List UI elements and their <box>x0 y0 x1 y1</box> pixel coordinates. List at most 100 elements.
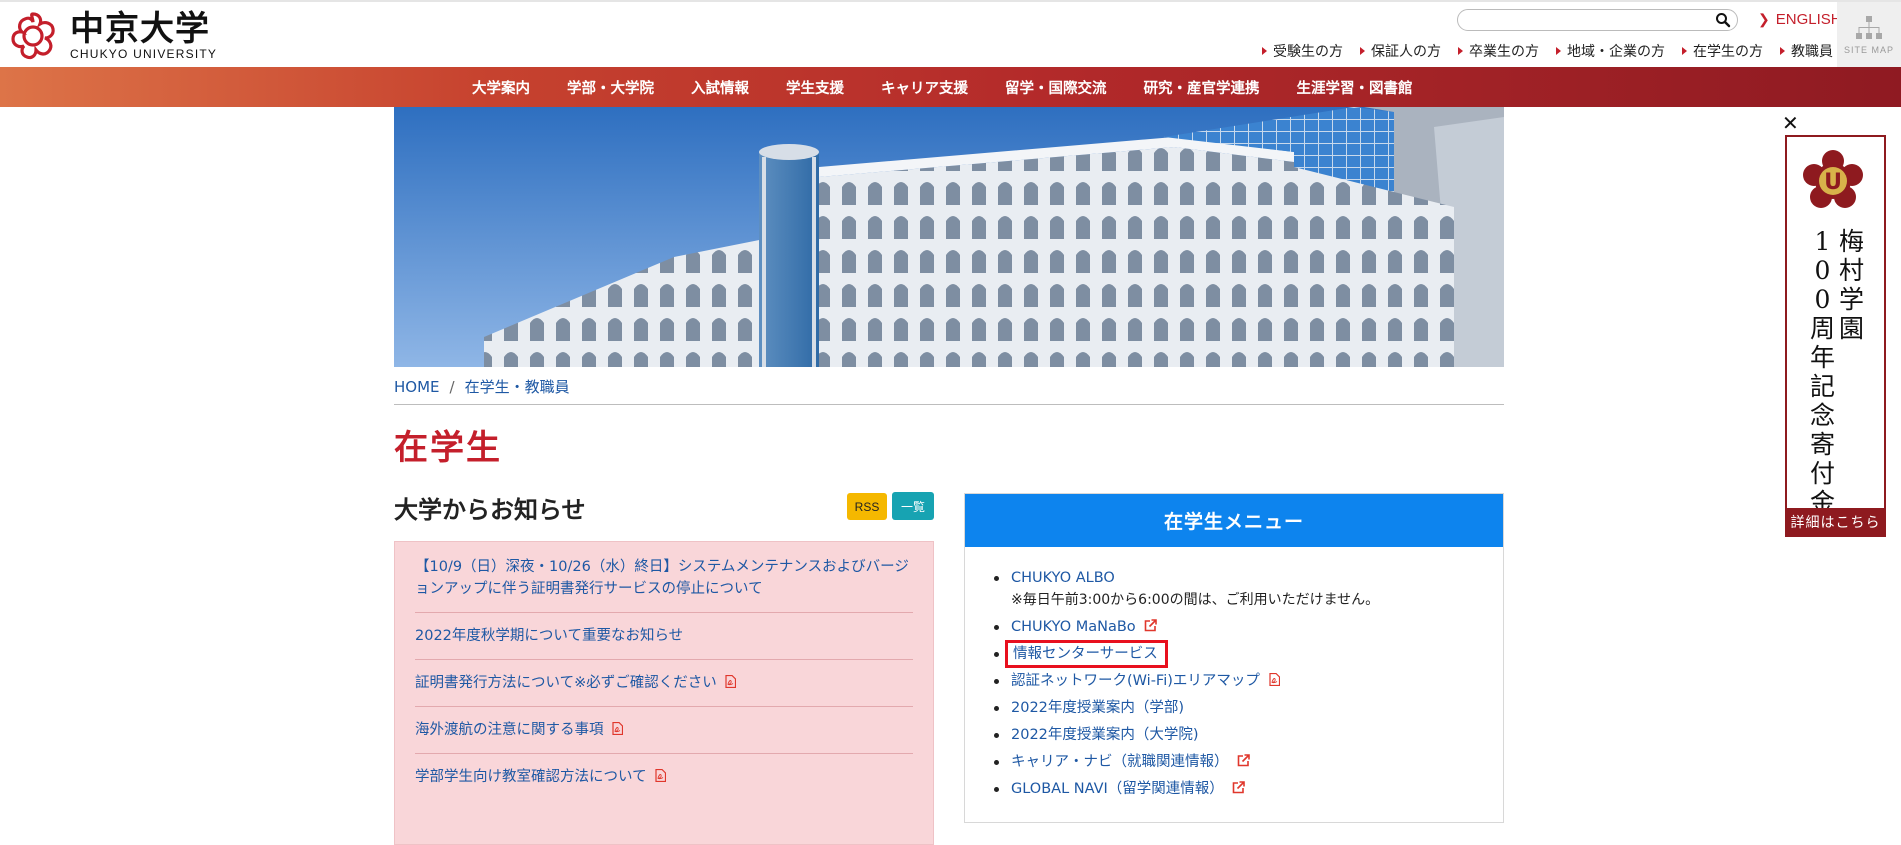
student-menu: 在学生メニュー CHUKYO ALBO ※毎日午前3:00から6:00の間は、ご… <box>964 493 1504 823</box>
triangle-right-icon <box>1556 47 1561 55</box>
page-title: 在学生 <box>394 428 502 468</box>
menu-link-albo[interactable]: CHUKYO ALBO <box>1011 570 1115 586</box>
menu-item-career-navi: キャリア・ナビ（就職関連情報） <box>994 751 1503 773</box>
banner-glyph: 1 <box>1814 227 1831 256</box>
triangle-right-icon <box>1780 47 1785 55</box>
nav-item-faculties[interactable]: 学部・大学院 <box>567 77 654 98</box>
campus-building-image <box>394 107 1504 367</box>
audience-link-staff[interactable]: 教職員 <box>1780 41 1833 61</box>
menu-link-course-guide-grad[interactable]: 2022年度授業案内（大学院) <box>1011 727 1199 743</box>
university-logo[interactable]: 中京大学 CHUKYO UNIVERSITY <box>6 8 217 64</box>
news-item-text: 海外渡航の注意に関する事項 <box>415 722 604 738</box>
menu-item-albo: CHUKYO ALBO ※毎日午前3:00から6:00の間は、ご利用いただけませ… <box>994 567 1503 611</box>
menu-link-course-guide-undergrad[interactable]: 2022年度授業案内（学部) <box>1011 700 1184 716</box>
external-link-icon <box>1233 781 1246 794</box>
breadcrumb-separator: / <box>449 377 455 396</box>
search-icon[interactable] <box>1715 12 1731 28</box>
pdf-icon <box>612 722 624 735</box>
news-item-text: 学部学生向け教室確認方法について <box>415 769 647 785</box>
banner-glyph: 園 <box>1839 314 1865 343</box>
breadcrumb-divider <box>394 404 1504 405</box>
banner-text: 梅村学園 100周年記念寄付金 <box>1805 227 1869 517</box>
menu-item-manabo: CHUKYO MaNaBo <box>994 616 1503 638</box>
news-item[interactable]: 2022年度秋学期について重要なお知らせ <box>415 613 913 660</box>
sitemap-label: SITE MAP <box>1843 45 1894 55</box>
hero-image <box>394 107 1504 367</box>
menu-link-global-navi[interactable]: GLOBAL NAVI（留学関連情報） <box>1011 781 1224 797</box>
news-item[interactable]: 海外渡航の注意に関する事項 <box>415 707 913 754</box>
menu-item-course-guide-undergrad: 2022年度授業案内（学部) <box>994 697 1503 719</box>
sitemap-button[interactable]: SITE MAP <box>1837 2 1901 67</box>
triangle-right-icon <box>1458 47 1463 55</box>
news-item-text: 証明書発行方法について※必ずご確認ください <box>415 675 717 691</box>
menu-link-wifi-map[interactable]: 認証ネットワーク(Wi-Fi)エリアマップ <box>1011 673 1260 689</box>
sitemap-icon <box>1856 16 1882 39</box>
umemura-plum-logo-icon: U <box>1803 150 1863 208</box>
student-menu-heading: 在学生メニュー <box>965 494 1503 547</box>
english-label: ENGLISH <box>1775 11 1842 28</box>
banner-glyph: 学 <box>1839 285 1865 314</box>
nav-item-international[interactable]: 留学・国際交流 <box>1005 77 1107 98</box>
menu-link-career-navi[interactable]: キャリア・ナビ（就職関連情報） <box>1011 754 1229 770</box>
audience-link-community[interactable]: 地域・企業の方 <box>1556 41 1665 61</box>
menu-item-course-guide-grad: 2022年度授業案内（大学院) <box>994 724 1503 746</box>
close-icon[interactable]: ✕ <box>1782 113 1799 133</box>
logo-japanese-name: 中京大学 <box>70 9 210 49</box>
external-link-icon <box>1237 754 1250 767</box>
news-item[interactable]: 証明書発行方法について※必ずご確認ください <box>415 660 913 707</box>
banner-text-column-1: 梅村学園 <box>1839 227 1864 517</box>
menu-link-manabo[interactable]: CHUKYO MaNaBo <box>1011 619 1136 635</box>
menu-link-info-center[interactable]: 情報センターサービス <box>1005 640 1168 668</box>
banner-glyph: 0 <box>1814 285 1831 314</box>
breadcrumb-current[interactable]: 在学生・教職員 <box>465 376 570 397</box>
breadcrumb: HOME / 在学生・教職員 <box>394 376 570 397</box>
news-item-text: 2022年度秋学期について重要なお知らせ <box>415 628 684 644</box>
audience-link-guardians[interactable]: 保証人の方 <box>1360 41 1441 61</box>
news-heading: 大学からお知らせ <box>394 496 586 524</box>
nav-item-about[interactable]: 大学案内 <box>472 77 530 98</box>
site-header: 中京大学 CHUKYO UNIVERSITY ❯ ENGLISH SITE MA… <box>0 0 1901 67</box>
pdf-icon <box>1268 673 1280 686</box>
plum-blossom-logo-icon <box>11 12 55 60</box>
news-item[interactable]: 学部学生向け教室確認方法について <box>415 754 913 800</box>
menu-item-info-center: 情報センターサービス <box>994 640 1503 668</box>
banner-glyph: 寄 <box>1809 430 1835 459</box>
banner-text-column-2: 100周年記念寄付金 <box>1810 227 1835 517</box>
english-link[interactable]: ❯ ENGLISH <box>1758 11 1842 28</box>
banner-glyph: 付 <box>1809 459 1835 488</box>
banner-logo-letter: U <box>1824 170 1842 195</box>
external-link-icon <box>1144 619 1158 632</box>
banner-glyph: 梅 <box>1839 227 1865 256</box>
news-box: 【10/9（日）深夜・10/26（水）終日】システムメンテナンスおよびバージョン… <box>394 541 934 845</box>
banner-glyph: 村 <box>1839 256 1865 285</box>
audience-links: 受験生の方 保証人の方 卒業生の方 地域・企業の方 在学生の方 教職員 <box>1245 41 1833 61</box>
nav-item-research[interactable]: 研究・産官学連携 <box>1144 77 1260 98</box>
banner-details-label: 詳細はこちら <box>1787 508 1884 535</box>
menu-item-global-navi: GLOBAL NAVI（留学関連情報） <box>994 778 1503 800</box>
audience-link-alumni[interactable]: 卒業生の方 <box>1458 41 1539 61</box>
rss-button[interactable]: RSS <box>847 493 887 520</box>
global-nav: 大学案内 学部・大学院 入試情報 学生支援 キャリア支援 留学・国際交流 研究・… <box>0 67 1901 107</box>
banner-glyph: 周 <box>1809 314 1835 343</box>
nav-item-student-support[interactable]: 学生支援 <box>786 77 844 98</box>
news-list-button[interactable]: 一覧 <box>892 492 934 520</box>
news-item[interactable]: 【10/9（日）深夜・10/26（水）終日】システムメンテナンスおよびバージョン… <box>415 542 913 613</box>
chevron-right-icon: ❯ <box>1758 11 1770 27</box>
pdf-icon <box>655 769 667 782</box>
nav-item-library[interactable]: 生涯学習・図書館 <box>1297 77 1413 98</box>
banner-glyph: 0 <box>1814 256 1831 285</box>
triangle-right-icon <box>1262 47 1267 55</box>
triangle-right-icon <box>1682 47 1687 55</box>
logo-english-name: CHUKYO UNIVERSITY <box>70 47 218 61</box>
search-input[interactable] <box>1468 11 1712 31</box>
breadcrumb-home[interactable]: HOME <box>394 378 440 396</box>
banner-glyph: 念 <box>1809 401 1835 430</box>
donation-banner[interactable]: U 梅村学園 100周年記念寄付金 詳細はこちら <box>1785 135 1886 537</box>
audience-link-students[interactable]: 在学生の方 <box>1682 41 1763 61</box>
audience-link-prospective[interactable]: 受験生の方 <box>1262 41 1343 61</box>
nav-item-admissions[interactable]: 入試情報 <box>691 77 749 98</box>
nav-item-career[interactable]: キャリア支援 <box>881 77 968 98</box>
news-item-text: 【10/9（日）深夜・10/26（水）終日】システムメンテナンスおよびバージョン… <box>415 559 909 597</box>
menu-item-note: ※毎日午前3:00から6:00の間は、ご利用いただけません。 <box>1011 592 1380 608</box>
menu-item-wifi-map: 認証ネットワーク(Wi-Fi)エリアマップ <box>994 670 1503 692</box>
